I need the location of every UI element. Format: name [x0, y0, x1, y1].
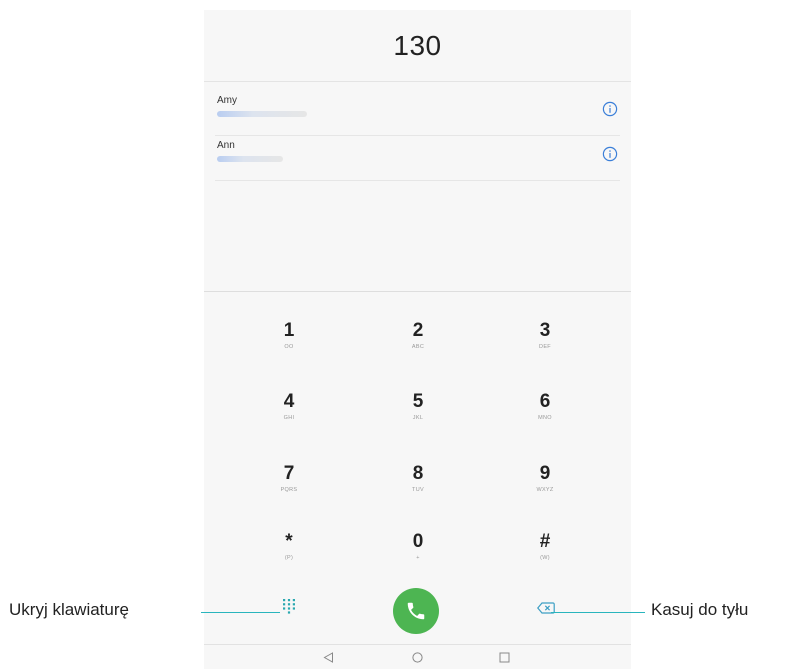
dialed-number-bar: 130 — [204, 10, 631, 82]
key-letters: (W) — [540, 555, 550, 561]
key-letters: WXYZ — [536, 487, 554, 493]
key-7[interactable]: 7 PQRS — [259, 463, 319, 494]
key-1[interactable]: 1 OO — [259, 320, 319, 351]
key-0[interactable]: 0 + — [388, 531, 448, 562]
contact-number-blurred — [217, 111, 307, 117]
callout-backspace: Kasuj do tyłu — [651, 600, 749, 619]
contact-number-blurred — [217, 156, 283, 162]
key-9[interactable]: 9 WXYZ — [515, 463, 575, 494]
key-digit: 1 — [283, 320, 295, 341]
key-letters: ABC — [411, 344, 425, 350]
key-hash[interactable]: # (W) — [515, 531, 575, 562]
key-digit: 4 — [283, 391, 295, 412]
info-icon[interactable] — [602, 101, 618, 117]
key-letters: PQRS — [280, 487, 298, 493]
recent-square-icon[interactable] — [499, 652, 510, 663]
key-digit: 3 — [539, 320, 551, 341]
key-letters: OO — [284, 344, 294, 350]
navigation-bar — [204, 644, 631, 669]
dialpad-icon[interactable] — [282, 598, 296, 614]
dialer-screen: 130 Amy Ann 1 OO 2 ABC 3 DEF 4 GHI 5 JKL… — [204, 10, 631, 669]
contact-suggestion[interactable]: Amy — [215, 90, 620, 136]
key-digit: 5 — [412, 391, 424, 412]
call-button[interactable] — [393, 588, 439, 634]
contact-suggestion[interactable]: Ann — [215, 135, 620, 181]
key-letters: MNO — [538, 415, 552, 421]
key-digit: 8 — [412, 463, 424, 484]
contact-name: Amy — [217, 95, 237, 106]
home-circle-icon[interactable] — [412, 652, 423, 663]
key-4[interactable]: 4 GHI — [259, 391, 319, 422]
key-digit: 7 — [283, 463, 295, 484]
key-digit: 6 — [539, 391, 551, 412]
key-letters: (P) — [284, 555, 294, 561]
contact-name: Ann — [217, 140, 235, 151]
callout-line-right — [551, 612, 645, 613]
key-digit: 9 — [539, 463, 551, 484]
key-6[interactable]: 6 MNO — [515, 391, 575, 422]
back-triangle-icon[interactable] — [323, 652, 334, 663]
key-digit: 0 — [412, 531, 424, 552]
key-star[interactable]: * (P) — [259, 531, 319, 562]
key-letters: + — [416, 555, 420, 561]
callout-hide-keypad: Ukryj klawiaturę — [9, 600, 129, 619]
key-letters: JKL — [412, 415, 424, 421]
phone-icon — [407, 602, 425, 620]
key-letters: GHI — [283, 415, 295, 421]
key-digit: 2 — [412, 320, 424, 341]
key-5[interactable]: 5 JKL — [388, 391, 448, 422]
key-digit: * — [285, 531, 293, 552]
info-icon[interactable] — [602, 146, 618, 162]
key-8[interactable]: 8 TUV — [388, 463, 448, 494]
key-letters: DEF — [539, 344, 551, 350]
key-letters: TUV — [412, 487, 424, 493]
key-3[interactable]: 3 DEF — [515, 320, 575, 351]
key-2[interactable]: 2 ABC — [388, 320, 448, 351]
callout-line-left — [201, 612, 280, 613]
dialed-number: 130 — [393, 29, 442, 61]
key-digit: # — [539, 531, 551, 552]
